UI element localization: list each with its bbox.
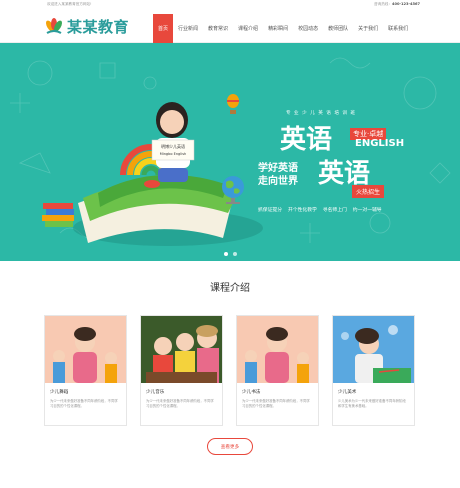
feature-1: 抓保证提分 [258, 208, 282, 213]
view-more-button[interactable]: 查看更多 [207, 438, 253, 455]
nav-highlights[interactable]: 精彩瞬间 [263, 14, 293, 43]
feature-list: 抓保证提分 开个性化教学 寻名师上门 约一对一辅导 [258, 206, 382, 213]
balloon-icon [227, 94, 239, 114]
hotline-number: 400-123-4567 [392, 2, 420, 6]
feature-2: 开个性化教学 [288, 208, 317, 213]
carousel-dot[interactable] [232, 252, 237, 256]
english-text: ENGLISH [355, 138, 405, 149]
main-nav: 首页 行业新闻 教育常识 课程介绍 精彩瞬间 校园动态 教师团队 关于我们 联系… [153, 14, 413, 43]
nav-home[interactable]: 首页 [153, 14, 174, 43]
hotline-label: 咨询热线： [374, 2, 392, 6]
hero-banner[interactable]: 明博少儿英语 Mingbo English 专 业 少 儿 英 语 培 训 班 … [0, 43, 460, 261]
course-image-calligraphy [237, 316, 318, 383]
vertical-caption: 专 业 少 儿 英 语 培 训 班 [286, 111, 357, 116]
feature-3: 寻名师上门 [322, 208, 347, 213]
feature-4: 约一对一辅导 [352, 208, 382, 213]
course-desc: 为少一代未来做好准备不同年龄阶段，不同学习目的的个性化课程。 [50, 399, 118, 408]
logo-icon [44, 17, 64, 36]
nav-campus-news[interactable]: 校园动态 [293, 14, 323, 43]
sign-text-2: Mingbo English [160, 152, 187, 156]
course-image-art [333, 316, 414, 383]
course-title: 少儿舞蹈 [50, 390, 69, 395]
carousel-dot[interactable] [223, 252, 228, 256]
sign-text-1: 明博少儿英语 [161, 143, 185, 149]
hotline: 咨询热线：400-123-4567 [374, 2, 420, 7]
nav-contact[interactable]: 联系我们 [383, 14, 413, 43]
course-card[interactable]: 少儿舞蹈 为少一代未来做好准备不同年龄阶段，不同学习目的的个性化课程。 [44, 315, 127, 426]
course-card[interactable]: 少儿音乐 为少一代未来做好准备不同年龄阶段，不同学习目的的个性化课程。 [140, 315, 223, 426]
nav-industry-news[interactable]: 行业新闻 [173, 14, 203, 43]
section-title: 课程介绍 [210, 283, 250, 294]
logo-text: 某某教育 [67, 18, 130, 36]
course-image-dance [45, 316, 126, 383]
nav-teachers[interactable]: 教师团队 [323, 14, 353, 43]
course-cards: 少儿舞蹈 为少一代未来做好准备不同年龄阶段，不同学习目的的个性化课程。 少儿音乐… [44, 315, 415, 426]
course-desc: 少儿美术为少一代未来做好准备不同年龄阶段和学生有美术基础。 [338, 399, 406, 408]
course-title: 少儿美术 [338, 390, 357, 395]
course-image-music [141, 316, 222, 383]
course-desc: 为少一代未来做好准备不同年龄阶段，不同学习目的的个性化课程。 [146, 399, 214, 408]
nav-education-tips[interactable]: 教育常识 [203, 14, 233, 43]
girl-illustration: 明博少儿英语 Mingbo English [144, 102, 195, 188]
course-card[interactable]: 少儿美术 少儿美术为少一代未来做好准备不同年龄阶段和学生有美术基础。 [332, 315, 415, 426]
nav-about[interactable]: 关于我们 [353, 14, 383, 43]
welcome-text: 欢迎进入某某教育官方网站! [47, 2, 92, 6]
course-title: 少儿音乐 [146, 390, 165, 395]
course-title: 少儿书法 [242, 390, 261, 395]
course-desc: 为少一代未来做好准备不同年龄阶段，不同学习目的的个性化课程。 [242, 399, 310, 408]
carousel-dots [0, 252, 460, 256]
globe-icon [222, 176, 244, 204]
site-header: 欢迎进入某某教育官方网站! 咨询热线：400-123-4567 某某教育 首页 … [0, 0, 460, 43]
slogan-2: 走向世界 [258, 176, 298, 187]
nav-courses[interactable]: 课程介绍 [233, 14, 263, 43]
headline-1: 英语 [280, 125, 333, 155]
enroll-badge: 火热招生 [352, 185, 385, 198]
course-card[interactable]: 少儿书法 为少一代未来做好准备不同年龄阶段，不同学习目的的个性化课程。 [236, 315, 319, 426]
site-logo[interactable]: 某某教育 [44, 16, 129, 37]
